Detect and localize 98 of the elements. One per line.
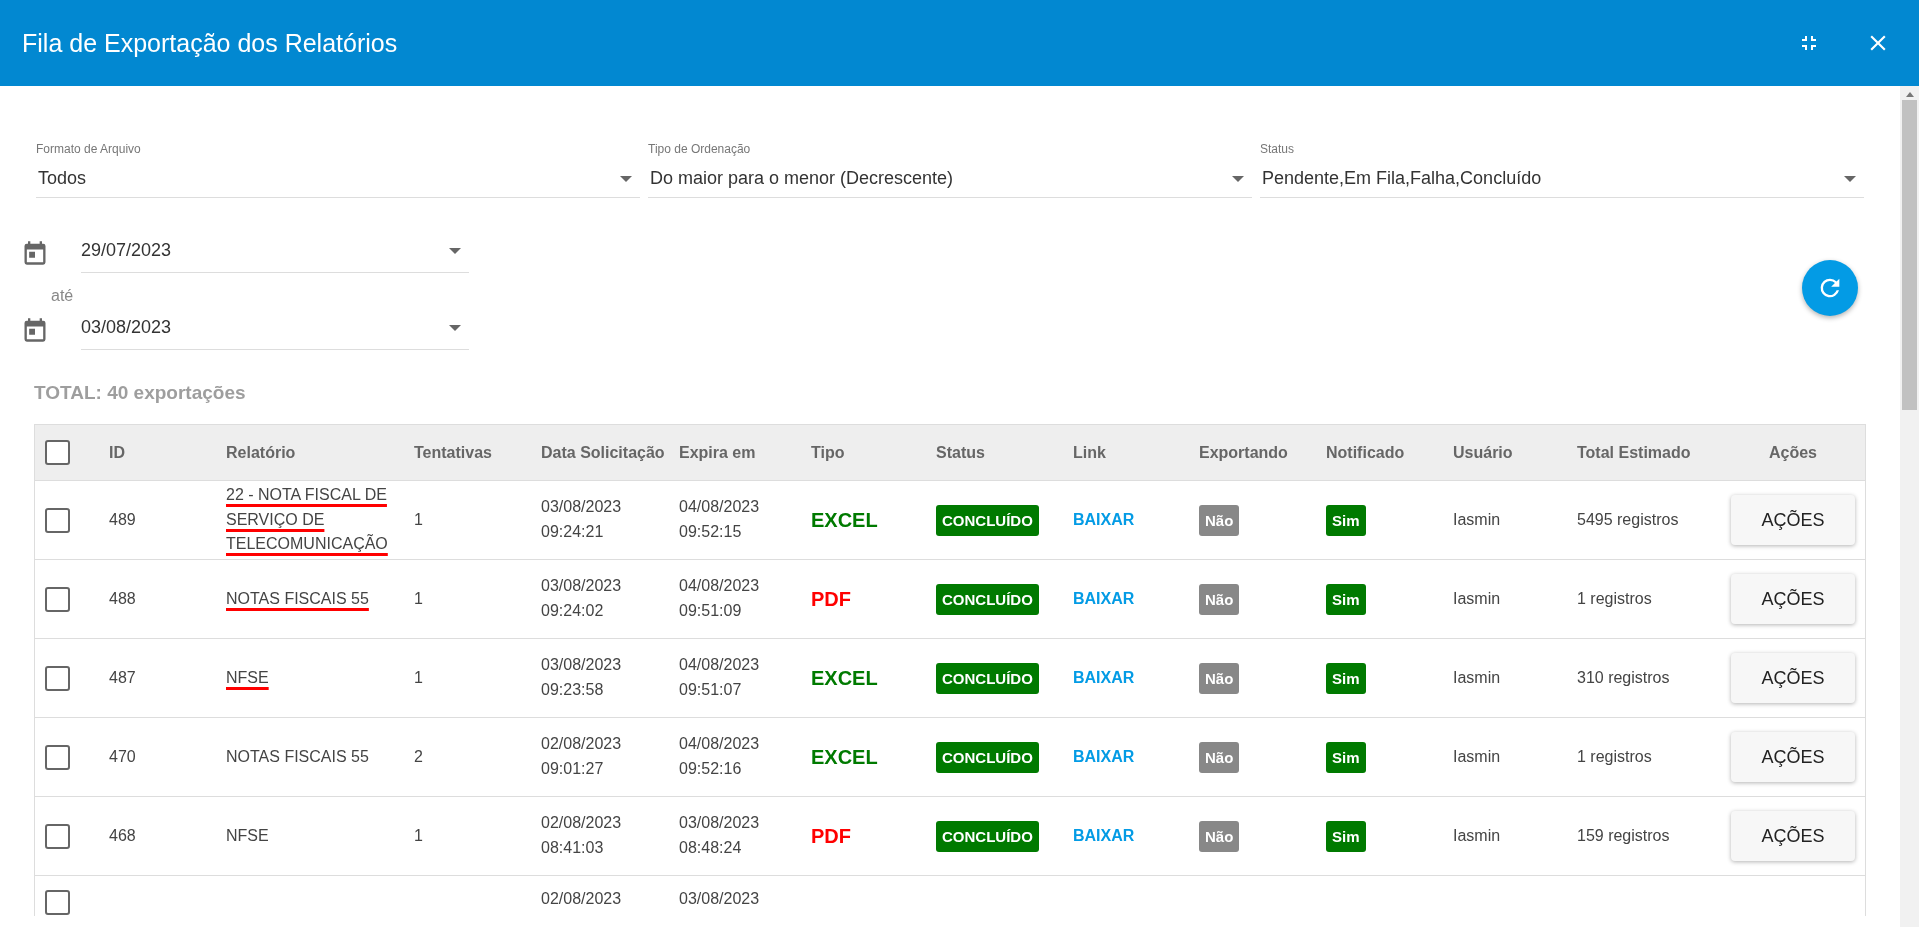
- table-cell: Iasmin: [1453, 827, 1501, 844]
- column-header: Status: [936, 443, 985, 461]
- row-checkbox[interactable]: [45, 823, 70, 849]
- column-header: Tipo: [811, 443, 845, 461]
- date-field[interactable]: 03/08/2023: [81, 309, 469, 350]
- table-cell: 1: [414, 827, 423, 844]
- column-header: Tentativas: [414, 443, 492, 461]
- table-cell: 470: [109, 748, 136, 765]
- table-cell: 468: [109, 827, 136, 844]
- file-type-label: EXCEL: [811, 508, 878, 531]
- table-cell: 03/08/2023 08:48:24: [679, 814, 760, 856]
- column-header: Data Solicitação: [541, 443, 665, 461]
- status-badge: CONCLUÍDO: [936, 820, 1039, 852]
- file-type-label: EXCEL: [811, 745, 878, 768]
- scrollbar[interactable]: [1900, 86, 1919, 927]
- table-cell: 1 registros: [1577, 748, 1652, 765]
- exporting-badge: Não: [1199, 583, 1240, 615]
- notified-badge: Sim: [1326, 583, 1366, 615]
- table-cell: 03/08/2023 09:23:58: [541, 656, 622, 698]
- table-cell-text: NFSE: [226, 825, 269, 846]
- table-cell: 5495 registros: [1577, 511, 1679, 528]
- row-checkbox[interactable]: [45, 665, 70, 691]
- table-cell: 04/08/2023 09:52:15: [679, 498, 760, 540]
- caret-icon: [1844, 175, 1856, 182]
- exporting-badge: Não: [1199, 504, 1240, 536]
- table-cell: Iasmin: [1453, 590, 1501, 607]
- file-type-label: EXCEL: [811, 666, 878, 689]
- table-cell: 02/08/2023 08:41:03: [541, 814, 622, 856]
- filter-select[interactable]: Formato de Arquivo Todos: [36, 142, 640, 198]
- table-cell: 487: [109, 669, 136, 686]
- table-cell-text: 22 - NOTA FISCAL DE SERVIÇO DE TELECOMUNICAÇÃO: [226, 484, 389, 555]
- caret-icon: [1232, 175, 1244, 182]
- status-badge: CONCLUÍDO: [936, 504, 1039, 536]
- table-cell-text: NFSE: [226, 667, 269, 688]
- table-cell: 489: [109, 511, 136, 528]
- table-cell: 03/08/2023 09:24:02: [541, 577, 622, 619]
- caret-icon: [449, 324, 461, 331]
- window-title: Fila de Exportação dos Relatórios: [22, 28, 398, 58]
- table-cell: 1 registros: [1577, 590, 1652, 607]
- notified-badge: Sim: [1326, 662, 1366, 694]
- filter-select[interactable]: Tipo de Ordenação Do maior para o menor (Decrescente): [648, 142, 1252, 198]
- exporting-badge: Não: [1199, 741, 1240, 773]
- caret-icon: [449, 247, 461, 254]
- column-header: Usuário: [1453, 443, 1513, 461]
- table-cell: 488: [109, 590, 136, 607]
- filter-select[interactable]: Status Pendente,Em Fila,Falha,Concluído: [1260, 142, 1864, 198]
- table-cell: 1: [414, 590, 423, 607]
- row-checkbox[interactable]: [45, 744, 70, 770]
- table-cell: 04/08/2023 09:51:07: [679, 656, 760, 698]
- exporting-badge: Não: [1199, 820, 1240, 852]
- table-cell: 310 registros: [1577, 669, 1670, 686]
- table-cell: 04/08/2023 09:51:09: [679, 577, 760, 619]
- range-separator: até: [51, 287, 75, 305]
- notified-badge: Sim: [1326, 741, 1366, 773]
- row-checkbox[interactable]: [45, 507, 70, 533]
- table-cell: 02/08/2023: [541, 890, 622, 907]
- date-field[interactable]: 29/07/2023: [81, 232, 469, 273]
- total-count: TOTAL: 40 exportações: [34, 382, 247, 404]
- status-badge: CONCLUÍDO: [936, 741, 1039, 773]
- table-cell-text: NOTAS FISCAIS 55: [226, 588, 369, 609]
- column-header: Expira em: [679, 443, 756, 461]
- notified-badge: Sim: [1326, 820, 1366, 852]
- column-header: Link: [1073, 443, 1106, 461]
- table-cell: Iasmin: [1453, 511, 1501, 528]
- table-cell: 03/08/2023 09:24:21: [541, 498, 622, 540]
- exporting-badge: Não: [1199, 662, 1240, 694]
- column-header: Total Estimado: [1577, 443, 1691, 461]
- table-cell: 03/08/2023: [679, 890, 760, 907]
- actions-button[interactable]: AÇÕES: [1731, 653, 1855, 703]
- table-cell: 02/08/2023 09:01:27: [541, 735, 622, 777]
- actions-button[interactable]: AÇÕES: [1731, 811, 1855, 861]
- table-cell: 159 registros: [1577, 827, 1670, 844]
- status-badge: CONCLUÍDO: [936, 583, 1039, 615]
- column-header: Notificado: [1326, 443, 1405, 461]
- table-cell: 1: [414, 669, 423, 686]
- table-cell: Iasmin: [1453, 748, 1501, 765]
- row-checkbox[interactable]: [45, 586, 70, 612]
- select-all-checkbox[interactable]: [45, 440, 70, 465]
- table-cell: 1: [414, 511, 423, 528]
- column-header: ID: [109, 443, 125, 461]
- row-checkbox[interactable]: [45, 890, 70, 915]
- table-cell: 04/08/2023 09:52:16: [679, 735, 760, 777]
- scrollbar-thumb[interactable]: [1902, 100, 1917, 410]
- column-header: Ações: [1769, 443, 1817, 462]
- table-cell: 2: [414, 748, 423, 765]
- actions-button[interactable]: AÇÕES: [1731, 732, 1855, 782]
- actions-button[interactable]: AÇÕES: [1731, 574, 1855, 624]
- table-cell-text: NOTAS FISCAIS 55: [226, 746, 369, 767]
- actions-button[interactable]: AÇÕES: [1731, 495, 1855, 545]
- refresh-button[interactable]: [1802, 260, 1858, 316]
- file-type-label: PDF: [811, 824, 851, 847]
- table-cell: Iasmin: [1453, 669, 1501, 686]
- caret-icon: [620, 175, 632, 182]
- status-badge: CONCLUÍDO: [936, 662, 1039, 694]
- file-type-label: PDF: [811, 587, 851, 610]
- column-header: Exportando: [1199, 443, 1288, 461]
- notified-badge: Sim: [1326, 504, 1366, 536]
- column-header: Relatório: [226, 443, 296, 461]
